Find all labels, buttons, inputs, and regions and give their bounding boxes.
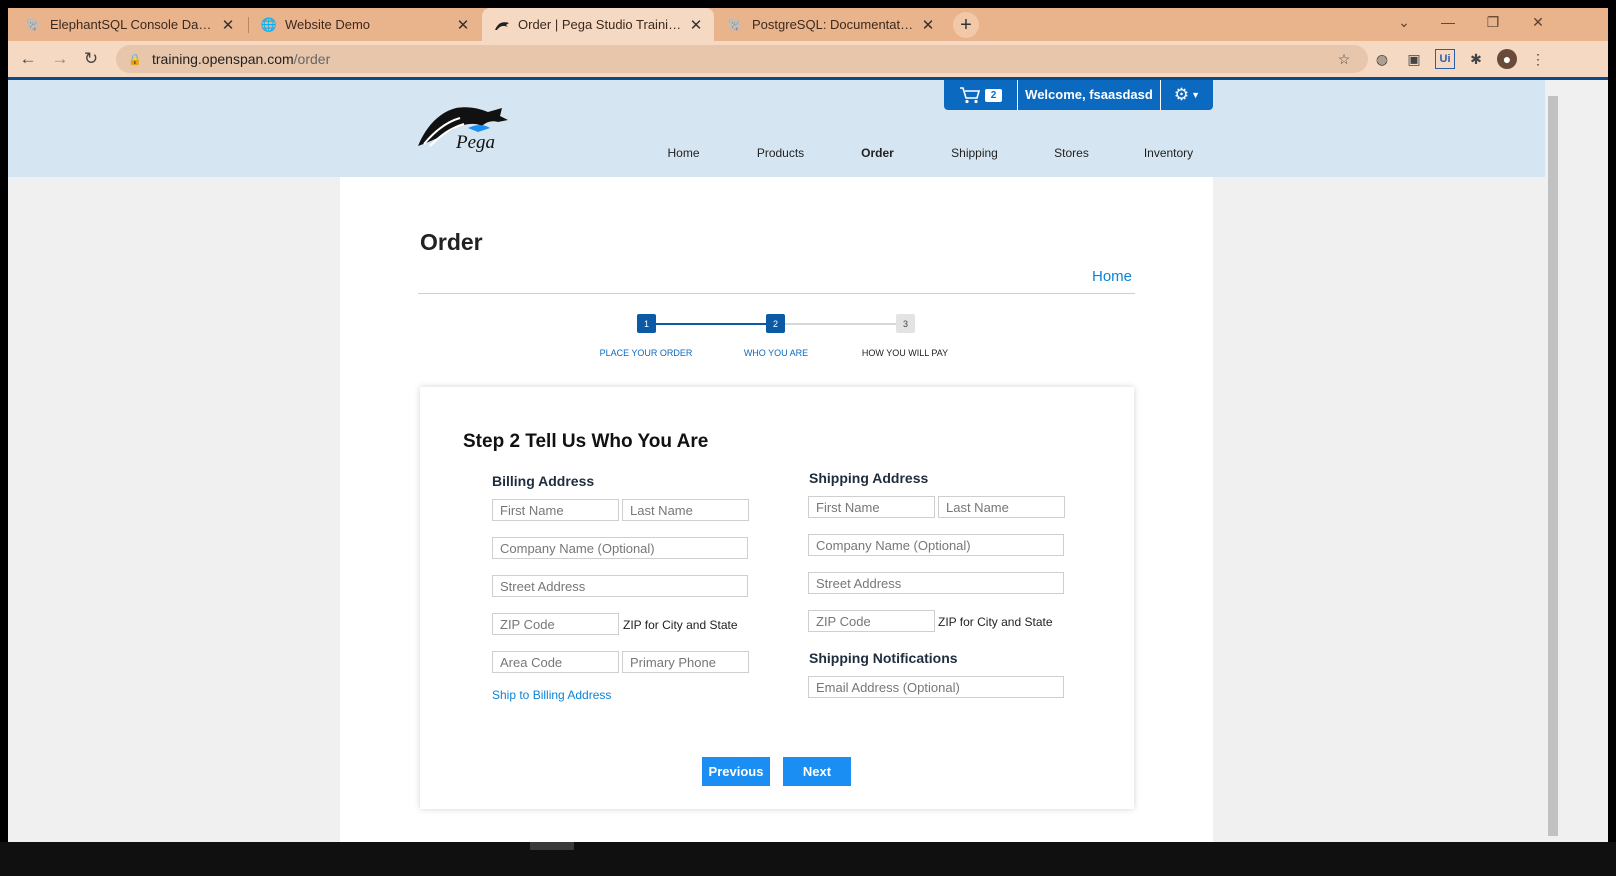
shipping-zip-hint: ZIP for City and State [938, 615, 1053, 629]
main-nav: Home Products Order Shipping Stores Inve… [635, 146, 1217, 160]
browser-window: 🐘 ElephantSQL Console DataBase for ✕ 🌐 W… [8, 8, 1608, 850]
tab-order-pega[interactable]: Order | Pega Studio Training Web ✕ [482, 8, 714, 41]
main-content: Order Home 1 2 3 PLACE YOUR ORDER WHO YO… [340, 177, 1213, 850]
site-header: Pega 2 Welcome, fsaasdasd ⚙ ▼ Home Produc… [8, 80, 1545, 177]
shipping-street-input[interactable] [808, 572, 1064, 594]
minimize-icon[interactable]: — [1426, 8, 1470, 36]
screen: 🐘 ElephantSQL Console DataBase for ✕ 🌐 W… [0, 0, 1616, 876]
logo-text: Pega [455, 132, 495, 152]
tab-title: Website Demo [285, 17, 371, 32]
billing-zip-input[interactable] [492, 613, 619, 635]
step-1-label: PLACE YOUR ORDER [599, 348, 693, 358]
ship-to-billing-link[interactable]: Ship to Billing Address [492, 688, 611, 702]
billing-last-name-input[interactable] [622, 499, 749, 521]
shipping-first-name-input[interactable] [808, 496, 935, 518]
chevron-down-icon: ▼ [1191, 90, 1201, 100]
extension-icon[interactable]: ▣ [1404, 49, 1424, 69]
url-host: training.openspan.com [152, 51, 294, 67]
postgres-icon: 🐘 [727, 16, 745, 32]
divider [418, 293, 1135, 294]
billing-street-input[interactable] [492, 575, 748, 597]
billing-zip-hint: ZIP for City and State [623, 618, 738, 632]
new-tab-button[interactable]: + [953, 12, 979, 38]
taskbar-app[interactable] [530, 842, 574, 850]
shipping-heading: Shipping Address [809, 470, 929, 486]
order-form-card: Step 2 Tell Us Who You Are Billing Addre… [420, 387, 1134, 809]
tab-title: ElephantSQL Console DataBase for [50, 17, 214, 32]
page-title: Order [420, 229, 483, 255]
close-window-icon[interactable]: ✕ [1516, 8, 1560, 36]
tab-elephantsql[interactable]: 🐘 ElephantSQL Console DataBase for ✕ [14, 8, 246, 41]
cart-button[interactable]: 2 [944, 80, 1018, 110]
address-bar[interactable]: 🔒 training.openspan.com/order [116, 45, 1368, 73]
step-3-badge: 3 [896, 314, 915, 333]
welcome-text: Welcome, fsaasdasd [1018, 80, 1161, 110]
shipping-notifications-heading: Shipping Notifications [809, 650, 958, 666]
cart-count-badge: 2 [984, 88, 1003, 102]
billing-first-name-input[interactable] [492, 499, 619, 521]
tab-search-icon[interactable]: ⌄ [1382, 8, 1426, 36]
shipping-zip-input[interactable] [808, 610, 935, 632]
os-taskbar [0, 842, 1616, 876]
billing-heading: Billing Address [492, 473, 595, 489]
pega-icon [494, 17, 510, 33]
tab-title: PostgreSQL: Documentation: 9.1: [752, 17, 914, 32]
shipping-last-name-input[interactable] [938, 496, 1065, 518]
nav-inventory[interactable]: Inventory [1120, 146, 1217, 160]
extension-icon[interactable]: ◍ [1372, 49, 1392, 69]
profile-avatar[interactable]: ● [1497, 49, 1517, 69]
close-tab-icon[interactable]: ✕ [688, 17, 704, 34]
menu-kebab-icon[interactable]: ⋮ [1528, 49, 1548, 69]
nav-shipping[interactable]: Shipping [926, 146, 1023, 160]
ui-extension-icon[interactable]: Ui [1435, 49, 1455, 69]
back-icon[interactable]: ← [16, 47, 40, 71]
scrollbar-thumb[interactable] [1548, 96, 1558, 836]
nav-stores[interactable]: Stores [1023, 146, 1120, 160]
billing-phone-input[interactable] [622, 651, 749, 673]
settings-button[interactable]: ⚙ ▼ [1161, 80, 1213, 110]
puzzle-icon[interactable]: ✱ [1466, 49, 1486, 69]
step-2-badge: 2 [766, 314, 785, 333]
step-connector [656, 323, 776, 325]
nav-home[interactable]: Home [635, 146, 732, 160]
close-tab-icon[interactable]: ✕ [920, 17, 936, 34]
browser-toolbar: ← → ↻ 🔒 training.openspan.com/order ☆ ◍ … [8, 41, 1608, 77]
lock-icon: 🔒 [128, 53, 142, 66]
gear-icon: ⚙ [1173, 85, 1190, 104]
billing-area-code-input[interactable] [492, 651, 619, 673]
cart-icon [959, 87, 980, 104]
step-2-label: WHO YOU ARE [743, 348, 809, 358]
reload-icon[interactable]: ↻ [79, 47, 103, 71]
shipping-email-input[interactable] [808, 676, 1064, 698]
page-viewport: Pega 2 Welcome, fsaasdasd ⚙ ▼ Home Produc… [8, 80, 1545, 850]
url-path: /order [293, 51, 331, 67]
step-1-badge: 1 [637, 314, 656, 333]
shipping-company-input[interactable] [808, 534, 1064, 556]
form-title: Step 2 Tell Us Who You Are [463, 431, 709, 452]
tab-website-demo[interactable]: 🌐 Website Demo ✕ [249, 8, 481, 41]
nav-order[interactable]: Order [829, 146, 926, 160]
next-button[interactable]: Next [783, 757, 851, 786]
restore-icon[interactable]: ❐ [1471, 8, 1515, 36]
elephant-icon: 🐘 [25, 16, 43, 32]
tab-strip: 🐘 ElephantSQL Console DataBase for ✕ 🌐 W… [8, 8, 1608, 41]
step-3-label: HOW YOU WILL PAY [861, 348, 949, 358]
nav-products[interactable]: Products [732, 146, 829, 160]
close-tab-icon[interactable]: ✕ [455, 17, 471, 34]
bookmark-star-icon[interactable]: ☆ [1334, 49, 1354, 69]
tab-postgresql-docs[interactable]: 🐘 PostgreSQL: Documentation: 9.1: ✕ [716, 8, 946, 41]
user-bar: 2 Welcome, fsaasdasd ⚙ ▼ [944, 80, 1213, 110]
tab-title: Order | Pega Studio Training Web [518, 17, 682, 32]
billing-company-input[interactable] [492, 537, 748, 559]
previous-button[interactable]: Previous [702, 757, 770, 786]
home-link[interactable]: Home [1092, 268, 1132, 285]
globe-icon: 🌐 [260, 16, 278, 32]
close-tab-icon[interactable]: ✕ [220, 17, 236, 34]
pega-logo[interactable]: Pega [416, 102, 516, 153]
forward-icon[interactable]: → [48, 47, 72, 71]
step-connector [784, 323, 906, 325]
